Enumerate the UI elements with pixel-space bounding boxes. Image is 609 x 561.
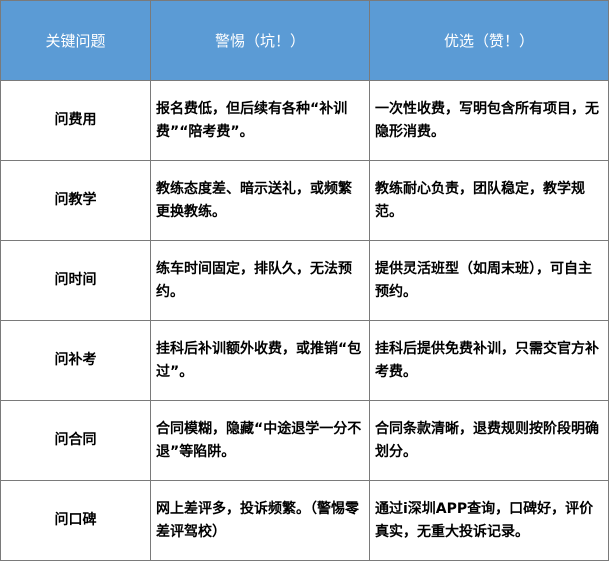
comparison-table: 关键问题 警惕（坑！） 优选（赞！） 问费用 报名费低，但后续有各种“补训费”“… bbox=[0, 0, 609, 561]
header-warning: 警惕（坑！） bbox=[150, 0, 370, 81]
row-warning-cell: 报名费低，但后续有各种“补训费”“陪考费”。 bbox=[150, 80, 370, 161]
table-row: 问合同 合同模糊，隐藏“中途退学一分不退”等陷阱。 合同条款清晰，退费规则按阶段… bbox=[0, 400, 609, 481]
header-key-question: 关键问题 bbox=[0, 0, 151, 81]
header-row: 关键问题 警惕（坑！） 优选（赞！） bbox=[0, 0, 609, 81]
row-warning-cell: 网上差评多，投诉频繁。（警惕零差评驾校） bbox=[150, 480, 370, 561]
row-preferred-cell: 提供灵活班型（如周末班），可自主预约。 bbox=[369, 240, 609, 321]
row-warning-cell: 合同模糊，隐藏“中途退学一分不退”等陷阱。 bbox=[150, 400, 370, 481]
row-preferred-cell: 教练耐心负责，团队稳定，教学规范。 bbox=[369, 160, 609, 241]
table-row: 问口碑 网上差评多，投诉频繁。（警惕零差评驾校） 通过i深圳APP查询，口碑好，… bbox=[0, 480, 609, 561]
table-row: 问时间 练车时间固定，排队久，无法预约。 提供灵活班型（如周末班），可自主预约。 bbox=[0, 240, 609, 321]
row-preferred-cell: 挂科后提供免费补训，只需交官方补考费。 bbox=[369, 320, 609, 401]
row-preferred-cell: 一次性收费，写明包含所有项目，无隐形消费。 bbox=[369, 80, 609, 161]
row-warning-cell: 教练态度差、暗示送礼，或频繁更换教练。 bbox=[150, 160, 370, 241]
header-preferred: 优选（赞！） bbox=[369, 0, 609, 81]
table-row: 问教学 教练态度差、暗示送礼，或频繁更换教练。 教练耐心负责，团队稳定，教学规范… bbox=[0, 160, 609, 241]
row-key-retake: 问补考 bbox=[0, 320, 151, 401]
row-key-time: 问时间 bbox=[0, 240, 151, 321]
row-warning-cell: 练车时间固定，排队久，无法预约。 bbox=[150, 240, 370, 321]
table-row: 问费用 报名费低，但后续有各种“补训费”“陪考费”。 一次性收费，写明包含所有项… bbox=[0, 80, 609, 161]
row-preferred-cell: 合同条款清晰，退费规则按阶段明确划分。 bbox=[369, 400, 609, 481]
row-key-contract: 问合同 bbox=[0, 400, 151, 481]
row-warning-cell: 挂科后补训额外收费，或推销“包过”。 bbox=[150, 320, 370, 401]
table-row: 问补考 挂科后补训额外收费，或推销“包过”。 挂科后提供免费补训，只需交官方补考… bbox=[0, 320, 609, 401]
row-preferred-cell: 通过i深圳APP查询，口碑好，评价真实，无重大投诉记录。 bbox=[369, 480, 609, 561]
row-key-teaching: 问教学 bbox=[0, 160, 151, 241]
table-body: 问费用 报名费低，但后续有各种“补训费”“陪考费”。 一次性收费，写明包含所有项… bbox=[0, 80, 609, 561]
table-header: 关键问题 警惕（坑！） 优选（赞！） bbox=[0, 0, 609, 81]
row-key-reputation: 问口碑 bbox=[0, 480, 151, 561]
row-key-fee: 问费用 bbox=[0, 80, 151, 161]
